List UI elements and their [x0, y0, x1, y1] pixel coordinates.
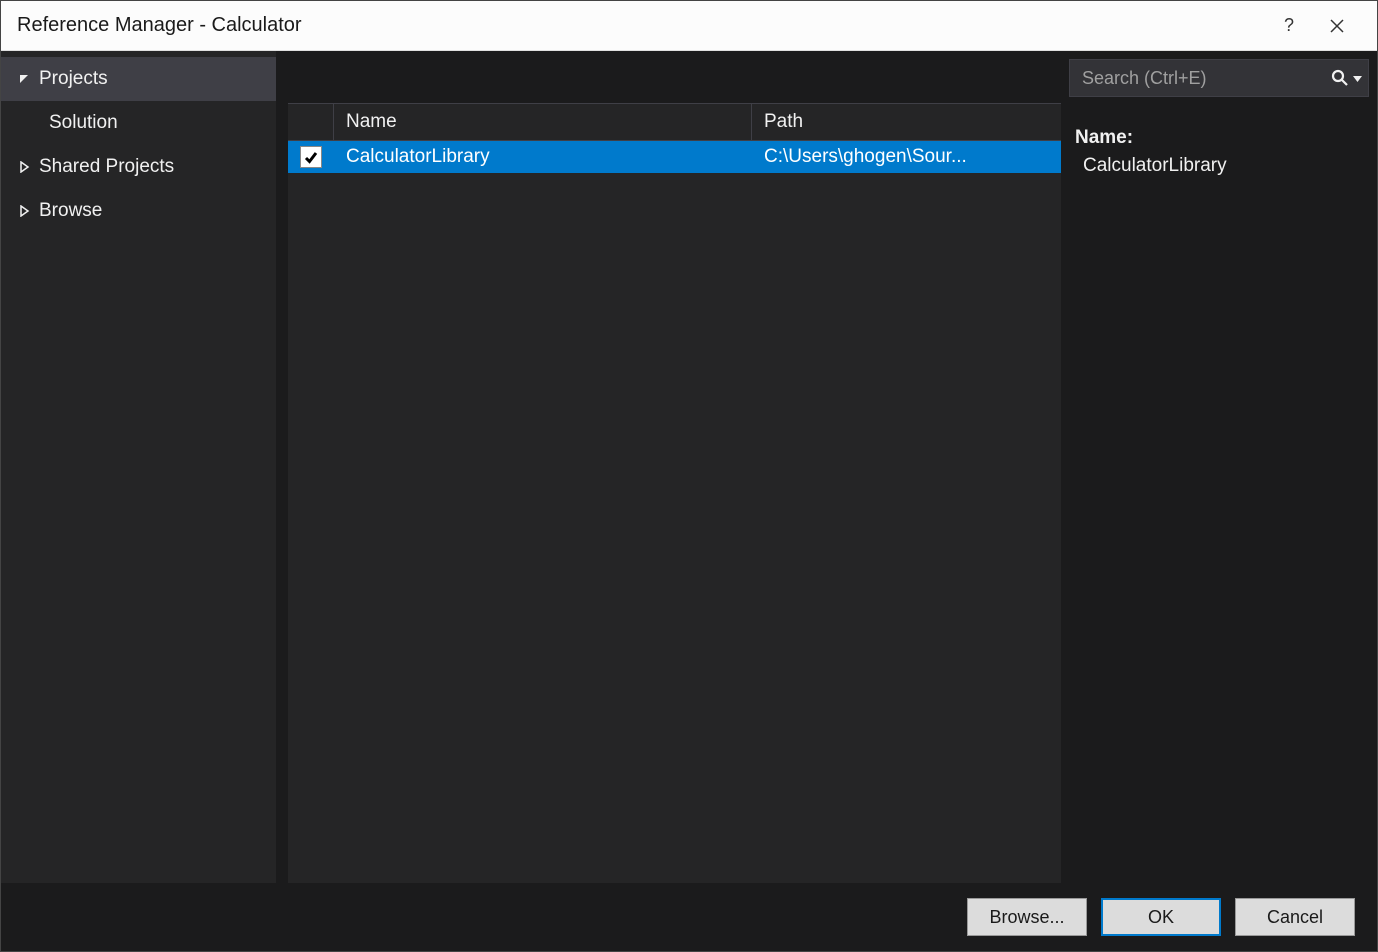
- search-icon: [1331, 69, 1349, 87]
- close-icon: [1330, 19, 1344, 33]
- table-header: Name Path: [288, 103, 1061, 141]
- cancel-button[interactable]: Cancel: [1235, 898, 1355, 936]
- sidebar-item-label: Shared Projects: [39, 156, 174, 178]
- check-icon: [303, 149, 319, 165]
- sidebar-item-label: Browse: [39, 200, 102, 222]
- search-button[interactable]: [1331, 69, 1362, 87]
- details-name-label: Name:: [1075, 127, 1363, 149]
- table-row[interactable]: CalculatorLibrary C:\Users\ghogen\Sour..…: [288, 141, 1061, 173]
- column-name[interactable]: Name: [334, 104, 752, 140]
- details-name-value: CalculatorLibrary: [1075, 155, 1363, 177]
- reference-list-panel: Name Path CalculatorLibrary C:\Users\gho…: [288, 51, 1061, 883]
- sidebar-item-solution[interactable]: Solution: [1, 101, 276, 145]
- row-name: CalculatorLibrary: [334, 146, 752, 168]
- sidebar-item-shared-projects[interactable]: Shared Projects: [1, 145, 276, 189]
- window-title: Reference Manager - Calculator: [17, 14, 1265, 37]
- spacer: [288, 51, 1061, 103]
- main-content: Projects Solution Shared Projects Browse…: [1, 51, 1377, 883]
- bottom-bar: Browse... OK Cancel: [1, 883, 1377, 951]
- browse-button[interactable]: Browse...: [967, 898, 1087, 936]
- sidebar-item-browse[interactable]: Browse: [1, 189, 276, 233]
- expand-icon: [17, 72, 31, 86]
- collapse-icon: [17, 160, 31, 174]
- sidebar-item-projects[interactable]: Projects: [1, 57, 276, 101]
- sidebar-item-label: Projects: [39, 68, 108, 90]
- row-checkbox-cell: [288, 146, 334, 168]
- sidebar-item-label: Solution: [49, 112, 118, 134]
- search-input[interactable]: [1082, 68, 1331, 89]
- column-path[interactable]: Path: [752, 104, 1061, 140]
- row-checkbox[interactable]: [300, 146, 322, 168]
- chevron-down-icon: [1353, 74, 1362, 83]
- search-box[interactable]: [1069, 59, 1369, 97]
- details-section: Name: CalculatorLibrary: [1061, 103, 1377, 201]
- column-checkbox[interactable]: [288, 104, 334, 140]
- title-bar: Reference Manager - Calculator ?: [1, 1, 1377, 51]
- collapse-icon: [17, 204, 31, 218]
- help-button[interactable]: ?: [1265, 1, 1313, 50]
- row-path: C:\Users\ghogen\Sour...: [752, 146, 1061, 168]
- close-button[interactable]: [1313, 1, 1361, 50]
- sidebar: Projects Solution Shared Projects Browse: [1, 51, 276, 883]
- ok-button[interactable]: OK: [1101, 898, 1221, 936]
- details-panel: Name: CalculatorLibrary: [1061, 51, 1377, 883]
